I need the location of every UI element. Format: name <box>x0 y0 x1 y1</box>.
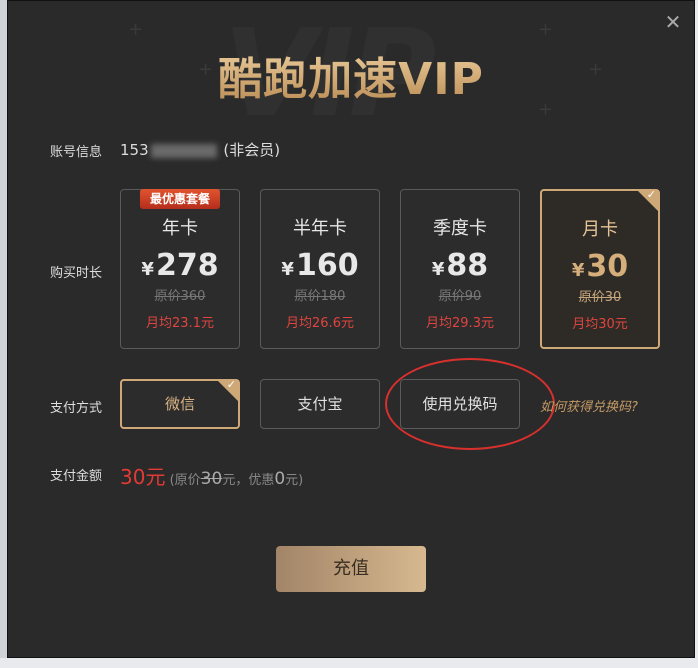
check-icon: ✓ <box>226 378 236 391</box>
amount-suffix: 元) <box>285 473 304 488</box>
currency-symbol: ¥ <box>141 259 154 280</box>
plan-name: 半年卡 <box>293 218 347 239</box>
plan-card-half-year[interactable]: 半年卡 ¥160 原价180 月均26.6元 <box>260 189 380 349</box>
account-value: 153 (非会员) <box>120 139 280 160</box>
plan-original-price: 原价30 <box>578 290 622 305</box>
plan-original-price: 原价180 <box>294 289 346 304</box>
redeem-code-button[interactable]: 使用兑换码 <box>400 379 520 429</box>
currency-symbol: ¥ <box>431 259 445 280</box>
currency-symbol: ¥ <box>571 260 585 281</box>
plan-price-value: 160 <box>295 248 359 283</box>
pay-method-label: 微信 <box>164 395 195 413</box>
plan-name: 季度卡 <box>433 218 487 239</box>
amount-total-unit: 元 <box>145 465 166 489</box>
duration-label: 购买时长 <box>50 266 103 281</box>
pay-method-label: 支付宝 <box>297 395 343 413</box>
redeem-help-link[interactable]: 如何获得兑换码? <box>540 396 638 415</box>
plan-monthly-price: 月均26.6元 <box>286 316 354 331</box>
dialog-title: 酷跑加速VIP <box>8 43 694 107</box>
account-status: (非会员) <box>223 141 281 159</box>
plan-original-price: 原价90 <box>438 289 482 304</box>
plus-decoration-icon: + <box>128 19 144 40</box>
plan-price-value: 278 <box>155 248 219 283</box>
amount-discount-prefix: 元，优惠 <box>222 473 275 488</box>
check-icon: ✓ <box>646 188 656 201</box>
plan-name: 年卡 <box>162 218 198 239</box>
amount-discount: 0 <box>274 469 286 489</box>
amount-label: 支付金额 <box>50 469 103 484</box>
pay-method-label: 使用兑换码 <box>422 395 498 413</box>
background-window-bottom <box>0 658 698 668</box>
plan-price: ¥278 <box>121 248 239 283</box>
close-icon[interactable]: ✕ <box>662 11 684 33</box>
plan-monthly-price: 月均23.1元 <box>146 316 214 331</box>
pay-wechat-button[interactable]: ✓ 微信 <box>120 378 240 429</box>
amount-summary: 30元 (原价30元，优惠0元) <box>120 461 303 490</box>
account-label: 账号信息 <box>50 145 103 160</box>
amount-total-value: 30 <box>120 465 146 489</box>
account-prefix: 153 <box>120 141 149 159</box>
payment-label: 支付方式 <box>50 401 103 416</box>
best-deal-badge: 最优惠套餐 <box>140 189 220 209</box>
amount-original: 30 <box>200 469 223 489</box>
plan-card-monthly[interactable]: ✓ 月卡 ¥30 原价30 月均30元 <box>540 188 660 349</box>
plus-decoration-icon: + <box>538 19 554 40</box>
plan-price-value: 88 <box>446 248 489 283</box>
plan-price: ¥30 <box>542 249 658 284</box>
plan-original-price: 原价360 <box>154 289 206 304</box>
plan-monthly-price: 月均30元 <box>572 317 628 332</box>
amount-total: 30元 <box>120 465 165 489</box>
plan-card-yearly[interactable]: 最优惠套餐 年卡 ¥278 原价360 月均23.1元 <box>120 189 240 349</box>
amount-original-prefix: (原价 <box>169 473 201 488</box>
pay-alipay-button[interactable]: 支付宝 <box>260 379 380 429</box>
plan-price-value: 30 <box>586 249 629 284</box>
vip-purchase-dialog: VIP + + + + + ✕ 酷跑加速VIP 账号信息 153 (非会员) 购… <box>7 0 695 658</box>
plan-price: ¥160 <box>261 248 379 283</box>
plan-name: 月卡 <box>582 219 618 240</box>
account-blurred <box>150 143 217 158</box>
currency-symbol: ¥ <box>281 259 294 280</box>
plan-price: ¥88 <box>401 248 519 283</box>
plan-monthly-price: 月均29.3元 <box>426 316 494 331</box>
charge-button[interactable]: 充值 <box>276 546 426 592</box>
plan-card-quarterly[interactable]: 季度卡 ¥88 原价90 月均29.3元 <box>400 189 520 349</box>
